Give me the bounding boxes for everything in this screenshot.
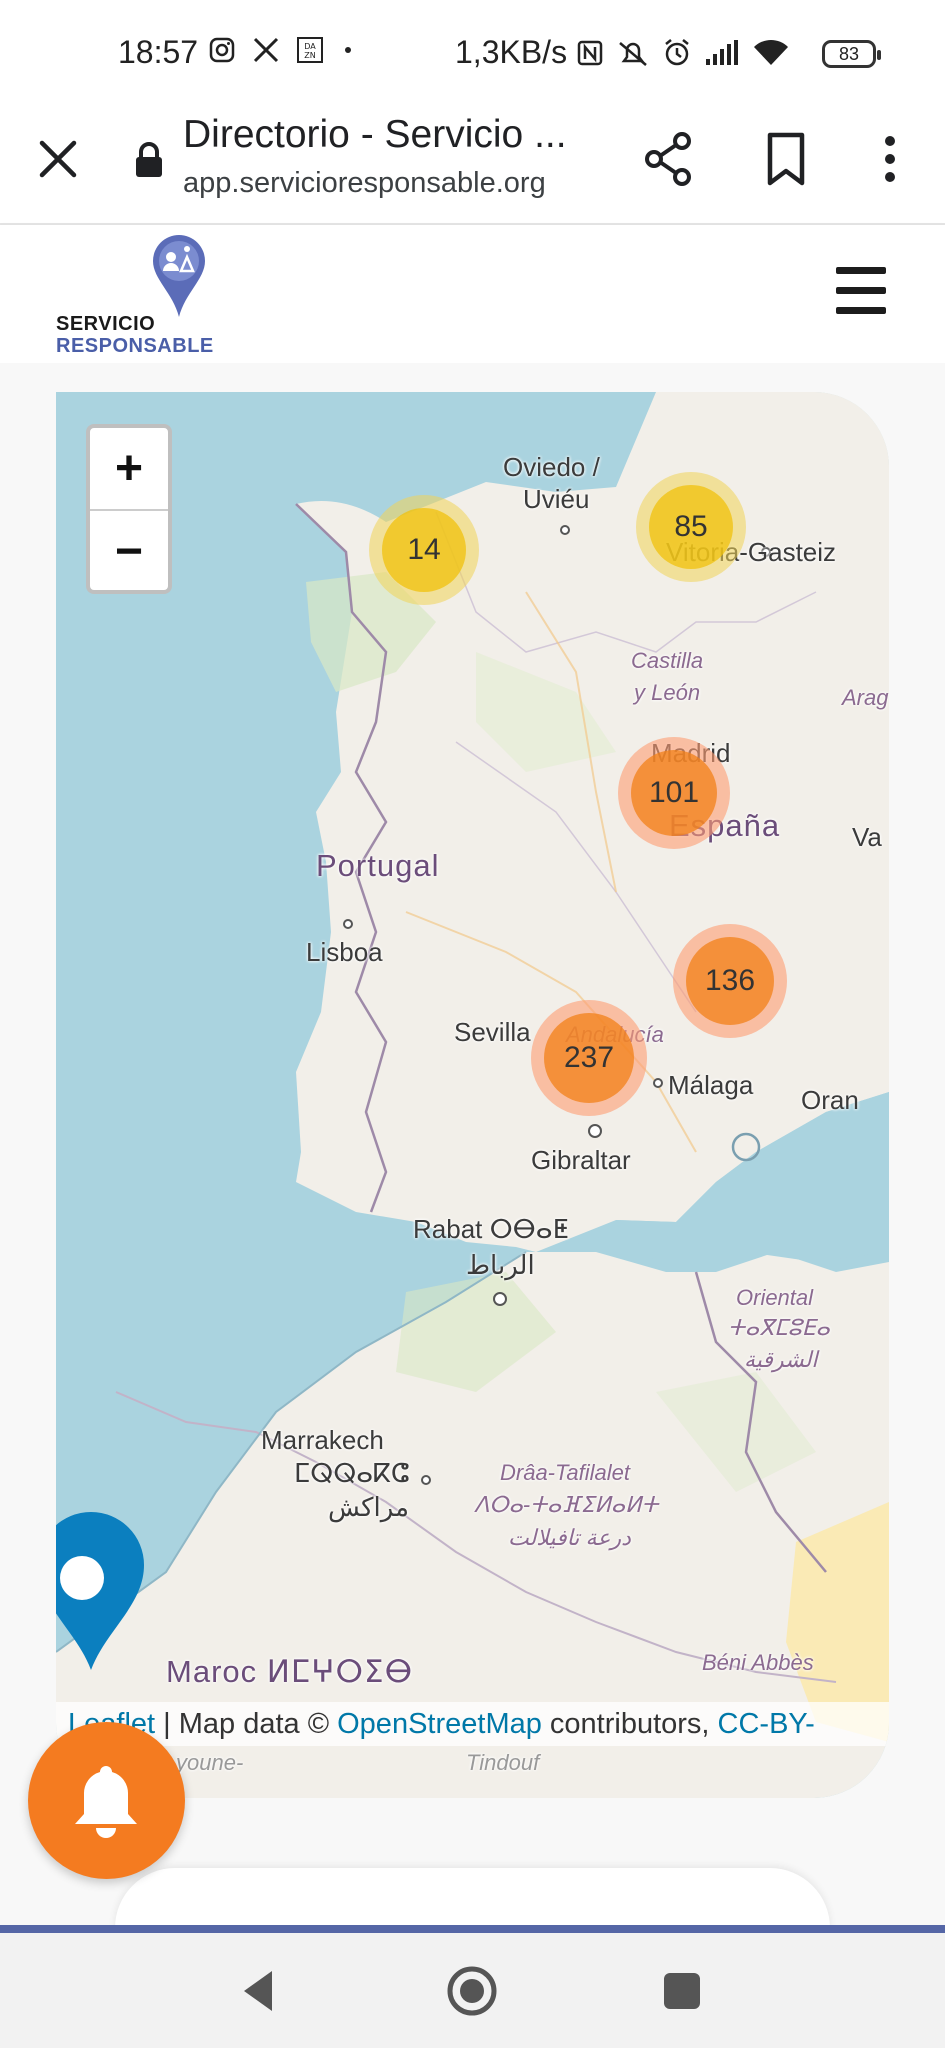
more-vert-icon[interactable] [858, 127, 922, 191]
location-pin-icon[interactable] [56, 1510, 146, 1672]
label-draa-tifinagh: ⴷⵔⴰ-ⵜⴰⴼⵉⵍⴰⵍⵜ [474, 1492, 659, 1517]
label-beni-abbes: Béni Abbès [702, 1650, 814, 1675]
home-icon[interactable] [444, 1963, 500, 2019]
cluster-marker[interactable]: 237 [531, 1000, 647, 1116]
instagram-icon [209, 37, 235, 63]
zoom-in-button[interactable]: + [90, 428, 168, 509]
directory-map[interactable]: Oviedo / Uviéu Vitoria-Gasteiz Castilla … [56, 392, 889, 1798]
nfc-icon [577, 40, 603, 66]
cluster-count: 14 [382, 508, 466, 592]
cluster-marker[interactable]: 14 [369, 495, 479, 605]
dot-icon [345, 47, 351, 53]
site-header: SERVICIO RESPONSABLE [0, 225, 945, 363]
label-malaga: Málaga [668, 1070, 754, 1100]
label-rabat: Rabat ⵔⴱⴰⵟ [413, 1214, 569, 1244]
label-marrakech-ar: مراكش [328, 1492, 410, 1522]
map-attribution: Leaflet | Map data © OpenStreetMap contr… [56, 1702, 889, 1746]
label-tindouf: Tindouf [466, 1750, 540, 1775]
status-bar: 18:57 DA ZN 1,3KB/s 83 [0, 0, 945, 105]
attribution-sep: | Map data © [155, 1708, 338, 1740]
bookmark-icon[interactable] [754, 127, 818, 191]
browser-toolbar: Directorio - Servicio ... app.serviciore… [0, 105, 945, 225]
cluster-count: 85 [649, 485, 733, 569]
cluster-marker[interactable]: 101 [618, 737, 730, 849]
battery-icon: 83 [822, 40, 881, 68]
label-y-leon: y León [634, 680, 701, 705]
signal-icon [706, 40, 738, 65]
label-valencia: Va [852, 822, 882, 852]
license-link[interactable]: CC-BY- [718, 1708, 815, 1740]
alarm-icon [665, 39, 689, 66]
share-icon[interactable] [638, 127, 702, 191]
label-aragon: Arag [842, 685, 889, 710]
accent-rule [0, 1925, 945, 1933]
label-castilla: Castilla [631, 648, 704, 673]
label-portugal: Portugal [316, 848, 440, 883]
cluster-count: 136 [686, 937, 774, 1025]
logo-text-servicio: SERVICIO [56, 313, 156, 335]
mute-icon [619, 42, 647, 66]
label-sevilla: Sevilla [454, 1017, 531, 1047]
label-draa: Drâa-Tafilalet [500, 1460, 631, 1485]
attribution-contrib: contributors, [541, 1708, 718, 1740]
label-lisboa: Lisboa [306, 937, 383, 967]
recents-icon[interactable] [654, 1963, 710, 2019]
cluster-count: 237 [544, 1013, 634, 1103]
url-text[interactable]: app.servicioresponsable.org [183, 167, 546, 200]
system-nav-bar [0, 1933, 945, 2048]
label-oriental: Oriental [736, 1285, 814, 1310]
cluster-count: 101 [631, 750, 717, 836]
osm-link[interactable]: OpenStreetMap [337, 1708, 542, 1740]
wifi-icon [754, 39, 788, 65]
label-uvieu: Uviéu [523, 484, 590, 514]
logo-text-responsable: RESPONSABLE [56, 335, 214, 357]
page-title[interactable]: Directorio - Servicio ... [183, 113, 567, 157]
label-maroc: Maroc ⵍⵎⵖⵔⵉⴱ [166, 1654, 414, 1689]
zoom-control: + − [86, 424, 172, 594]
label-gibraltar: Gibraltar [531, 1145, 631, 1175]
label-oviedo: Oviedo / [503, 452, 600, 482]
label-oran: Oran [801, 1085, 859, 1115]
cluster-marker[interactable]: 85 [636, 472, 746, 582]
label-marrakech-tifinagh: ⵎⵕⵕⴰⴽⵛ [294, 1458, 410, 1488]
notification-button[interactable] [28, 1722, 185, 1879]
close-icon[interactable] [30, 131, 86, 187]
hamburger-icon[interactable] [836, 267, 886, 315]
site-logo[interactable]: SERVICIO RESPONSABLE [54, 233, 244, 358]
svg-text:ZN: ZN [304, 51, 315, 60]
label-rabat-ar: الرباط [466, 1250, 535, 1280]
bell-icon [75, 1766, 137, 1838]
label-layoune: youne- [176, 1750, 244, 1775]
zoom-out-button[interactable]: − [90, 509, 168, 592]
status-time: 18:57 [118, 34, 199, 70]
map-pin-logo-icon [153, 235, 205, 317]
label-draa-ar: درعة تافيلالت [508, 1525, 631, 1550]
svg-text:DA: DA [304, 42, 316, 51]
back-icon[interactable] [232, 1963, 288, 2019]
label-marrakech: Marrakech [261, 1425, 384, 1455]
network-speed: 1,3KB/s [455, 34, 568, 70]
dazn-icon: DAZN [297, 37, 323, 63]
map-tiles [56, 392, 889, 1798]
cluster-marker[interactable]: 136 [673, 924, 787, 1038]
label-oriental-ar: الشرقية [744, 1347, 818, 1372]
x-icon [253, 37, 279, 63]
lock-icon[interactable] [134, 141, 164, 179]
label-oriental-tifinagh: ⵜⴰⴳⵎⵓⴹⴰ [728, 1315, 830, 1340]
